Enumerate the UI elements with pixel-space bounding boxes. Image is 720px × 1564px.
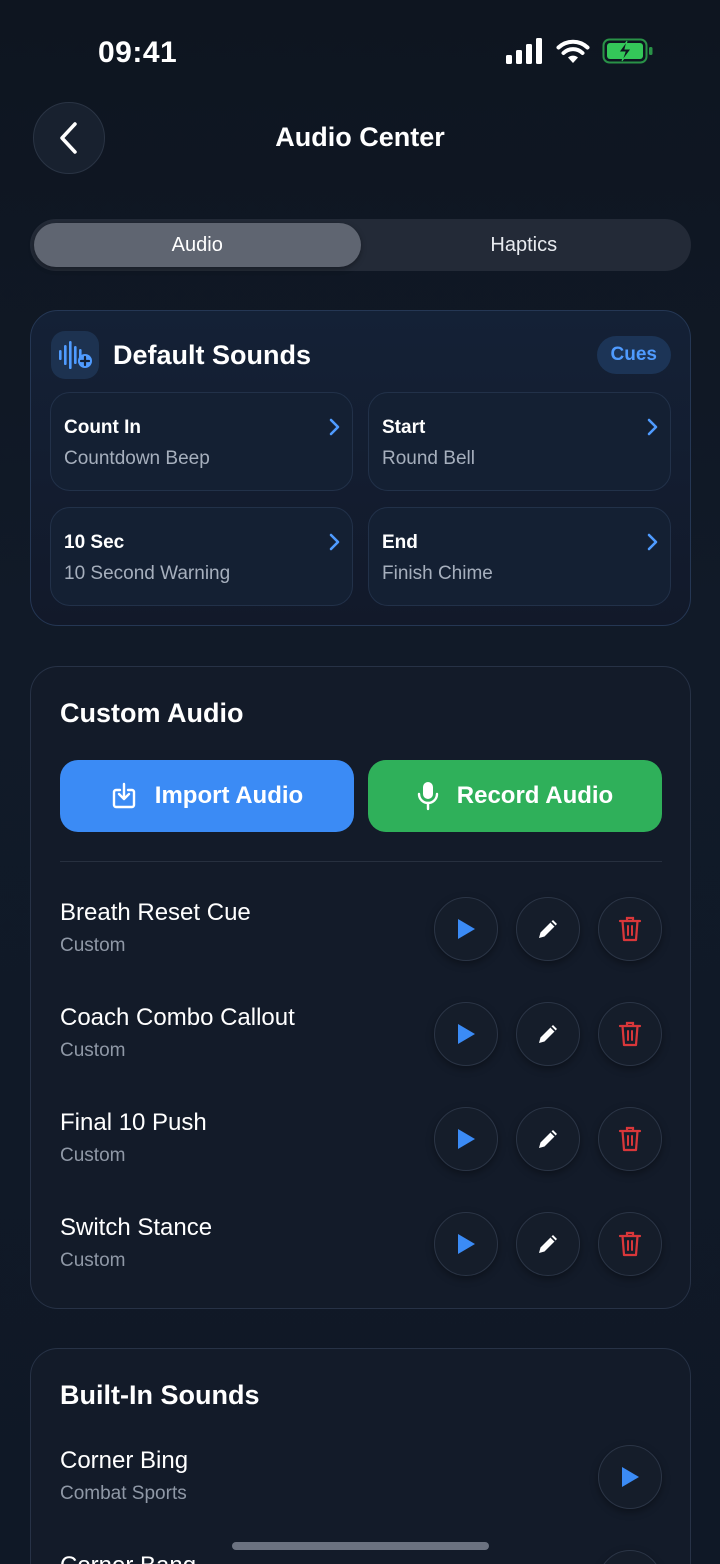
import-audio-label: Import Audio [154,782,304,809]
status-icons [506,38,654,64]
play-button[interactable] [598,1445,662,1509]
audio-name: Switch Stance [60,1214,213,1241]
cues-badge[interactable]: Cues [596,336,671,374]
trash-icon [618,1231,642,1257]
cue-value: Finish Chime [382,563,493,584]
pencil-icon [539,920,557,938]
cue-grid: Count In Countdown Beep Start Round Bell… [50,392,671,606]
edit-button[interactable] [516,1107,580,1171]
play-icon [458,919,475,939]
delete-button[interactable] [598,1002,662,1066]
battery-charging-icon [602,38,653,64]
play-button[interactable] [434,1212,498,1276]
status-time: 09:41 [98,36,178,69]
chevron-right-icon [329,418,340,436]
cue-label: End [382,532,418,553]
chevron-right-icon [647,418,658,436]
play-icon [458,1024,475,1044]
trash-icon [618,1126,642,1152]
default-sounds-card: Default Sounds Cues Count In Countdown B… [30,310,691,626]
audio-haptics-segmented-control: Audio Haptics [30,219,691,271]
built-in-sounds-title: Built-In Sounds [60,1380,260,1410]
audio-type: Custom [60,935,126,956]
built-in-sounds-card: Built-In Sounds Corner Bing Combat Sport… [30,1348,691,1564]
tab-audio[interactable]: Audio [34,223,361,267]
play-button[interactable] [598,1550,662,1564]
cue-end[interactable]: End Finish Chime [368,507,671,606]
custom-audio-row: Coach Combo Callout Custom [60,1002,662,1094]
nav-header: Audio Center [0,100,720,176]
tab-haptics[interactable]: Haptics [361,223,688,267]
trash-icon [618,1021,642,1047]
cue-label: Count In [64,417,142,438]
cue-value: Countdown Beep [64,448,210,469]
divider [60,861,662,862]
trash-icon [618,916,642,942]
cue-count-in[interactable]: Count In Countdown Beep [50,392,353,491]
play-icon [622,1467,639,1487]
custom-audio-actions: Import Audio Record Audio [60,760,662,832]
cue-label: Start [382,417,426,438]
delete-button[interactable] [598,897,662,961]
download-tray-icon [112,782,135,809]
pencil-icon [539,1025,557,1043]
edit-button[interactable] [516,897,580,961]
page-title: Audio Center [275,122,445,152]
wifi-icon [556,39,590,63]
sound-name: Corner Bang [60,1552,196,1564]
built-in-sound-row: Corner Bing Combat Sports [60,1445,662,1537]
audio-type: Custom [60,1250,126,1271]
waveform-plus-icon [51,331,99,379]
play-button[interactable] [434,1107,498,1171]
cellular-signal-icon [506,38,542,64]
custom-audio-title: Custom Audio [60,698,244,728]
default-sounds-title: Default Sounds [113,339,312,370]
edit-button[interactable] [516,1212,580,1276]
pencil-icon [539,1130,557,1148]
custom-audio-row: Switch Stance Custom [60,1212,662,1304]
chevron-right-icon [329,533,340,551]
import-audio-button[interactable]: Import Audio [60,760,354,832]
record-audio-label: Record Audio [456,782,614,809]
delete-button[interactable] [598,1107,662,1171]
delete-button[interactable] [598,1212,662,1276]
microphone-icon [417,782,438,811]
home-indicator[interactable] [232,1542,489,1550]
edit-button[interactable] [516,1002,580,1066]
built-in-sound-row: Corner Bang [60,1550,662,1564]
cue-10-sec[interactable]: 10 Sec 10 Second Warning [50,507,353,606]
cue-start[interactable]: Start Round Bell [368,392,671,491]
custom-audio-card: Custom Audio Import Audio Record Audio B… [30,666,691,1309]
status-bar: 09:41 [0,0,720,100]
chevron-right-icon [647,533,658,551]
play-button[interactable] [434,897,498,961]
sound-name: Corner Bing [60,1447,189,1474]
audio-type: Custom [60,1040,126,1061]
audio-name: Final 10 Push [60,1109,207,1136]
audio-name: Coach Combo Callout [60,1004,295,1031]
play-button[interactable] [434,1002,498,1066]
audio-type: Custom [60,1145,126,1166]
play-icon [458,1234,475,1254]
cue-value: 10 Second Warning [64,563,231,584]
custom-audio-row: Final 10 Push Custom [60,1107,662,1199]
audio-name: Breath Reset Cue [60,899,251,926]
pencil-icon [539,1235,557,1253]
cue-label: 10 Sec [64,532,125,553]
default-sounds-header: Default Sounds Cues [51,331,671,379]
play-icon [458,1129,475,1149]
record-audio-button[interactable]: Record Audio [368,760,662,832]
cue-value: Round Bell [382,448,475,469]
sound-category: Combat Sports [60,1483,187,1504]
custom-audio-row: Breath Reset Cue Custom [60,897,662,989]
